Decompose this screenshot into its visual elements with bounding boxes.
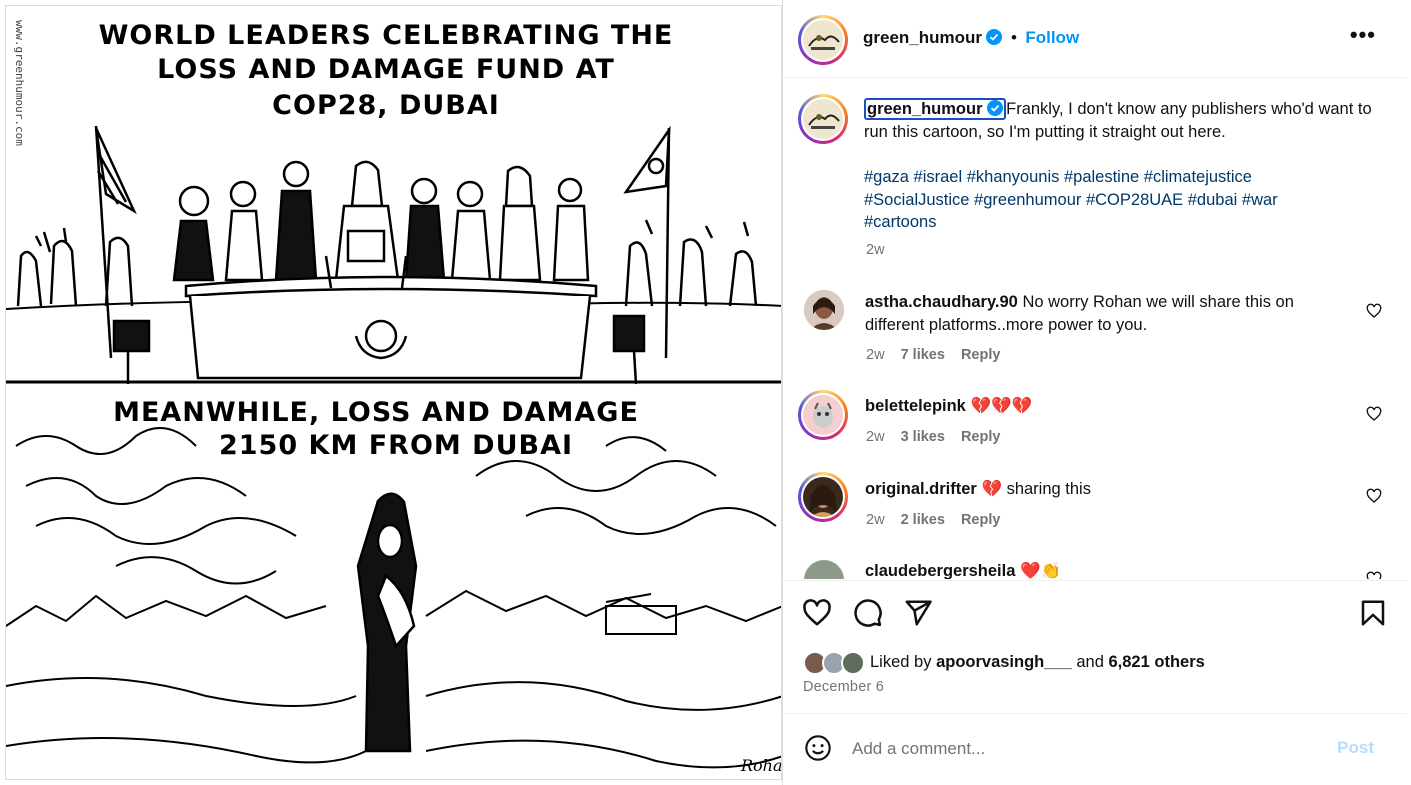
comment-avatar[interactable] [798,390,848,440]
liked-by-and: and [1076,653,1104,671]
crowd-right [624,219,758,307]
cartoon-top-line-2: LOSS AND DAMAGE FUND AT [157,54,615,85]
comment-time[interactable]: 2w [866,512,885,528]
comment: claudebergersheila ❤️👏 [865,560,1061,579]
cartoon-bottom-line-2: 2150 KM FROM DUBAI [219,430,573,461]
comment-text: No worry Rohan we will share this on [1022,293,1294,311]
comment-username[interactable]: astha.chaudhary.90 [865,293,1018,311]
comment-username[interactable]: original.drifter [865,480,977,498]
post-comment-button[interactable]: Post [1337,738,1374,758]
comment-text-continued: different platforms..more power to you. [865,315,1148,334]
comments-list[interactable]: green_humour Frankly, I don't know any p… [782,79,1406,579]
emoji-smiley-icon[interactable] [804,734,832,762]
comment-meta: 2w 3 likes Reply [866,429,1000,445]
comment-text: 💔 sharing this [981,480,1091,498]
caption-username-focus[interactable]: green_humour [864,98,1007,120]
cartoon-signature: Rohan [740,756,782,775]
caption: green_humour Frankly, I don't know any p… [864,98,1379,143]
add-comment-bar: Post [782,713,1406,785]
comment-time[interactable]: 2w [866,347,885,363]
caption-avatar[interactable] [798,94,848,144]
comment-avatar[interactable] [804,290,844,330]
comment-meta: 2w 7 likes Reply [866,347,1000,363]
verified-badge-icon [986,29,1003,45]
follow-button[interactable]: Follow [1025,28,1079,47]
caption-time[interactable]: 2w [866,242,885,258]
comment: astha.chaudhary.90 No worry Rohan we wil… [865,291,1365,336]
post-actions: Liked by apoorvasingh___ and 6,821 other… [782,580,1406,715]
comment-avatar[interactable] [804,560,844,579]
leaders-row [172,160,590,282]
header-separator: • [1010,28,1017,47]
comment-avatar[interactable] [798,472,848,522]
liked-by-user[interactable]: apoorvasingh___ [936,653,1072,671]
comment-meta: 2w 2 likes Reply [866,512,1000,528]
comment-text: ❤️👏 [1020,562,1062,579]
comment-like-heart-icon[interactable] [1366,571,1382,579]
comment-like-heart-icon[interactable] [1366,303,1382,319]
post-image[interactable]: www.greenhumour.com WORLD LEADERS CELEBR… [5,5,782,780]
comment-text: 💔💔💔 [970,397,1033,415]
cartoon-top-line-1: WORLD LEADERS CELEBRATING THE [99,20,674,51]
comment-time[interactable]: 2w [866,429,885,445]
comment-username[interactable]: belettelepink [865,397,966,415]
cartoon-illustration: WORLD LEADERS CELEBRATING THE LOSS AND D… [6,20,782,775]
comment-likes[interactable]: 2 likes [901,512,945,528]
save-bookmark-icon[interactable] [1358,598,1388,628]
comment-bubble-icon[interactable] [853,598,883,628]
cartoon-top-line-3: COP28, DUBAI [272,90,500,121]
caption-verified-icon [987,100,1004,116]
post-header: green_humour • Follow ••• [782,0,1406,78]
header-username[interactable]: green_humour [863,28,982,47]
comment-username[interactable]: claudebergersheila [865,562,1015,579]
caption-username[interactable]: green_humour [867,100,983,118]
liked-by-text: Liked by apoorvasingh___ and 6,821 other… [870,653,1205,672]
liked-by-prefix: Liked by [870,653,932,671]
caption-hashtags: #gaza #israel #khanyounis #palestine #cl… [864,166,1384,234]
comment: original.drifter 💔 sharing this [865,478,1091,501]
crowd-left [16,227,134,307]
post-date[interactable]: December 6 [803,679,884,695]
header-avatar[interactable] [798,15,848,65]
share-send-icon[interactable] [903,598,933,628]
reply-button[interactable]: Reply [961,512,1001,528]
comment-likes[interactable]: 3 likes [901,429,945,445]
mourning-figure [356,492,418,753]
reply-button[interactable]: Reply [961,347,1001,363]
instagram-post-modal: www.greenhumour.com WORLD LEADERS CELEBR… [0,0,1411,785]
more-options-icon[interactable]: ••• [1350,24,1376,46]
like-heart-icon[interactable] [802,598,832,628]
comment-likes[interactable]: 7 likes [901,347,945,363]
reply-button[interactable]: Reply [961,429,1001,445]
comment-like-heart-icon[interactable] [1366,406,1382,422]
cartoon-bottom-line-1: MEANWHILE, LOSS AND DAMAGE [113,397,639,428]
post-side-panel: green_humour • Follow ••• green_humour F… [782,0,1406,785]
comment-like-heart-icon[interactable] [1366,488,1382,504]
liked-by-others[interactable]: 6,821 others [1109,653,1205,671]
hashtags-line-2[interactable]: #SocialJustice #greenhumour #COP28UAE #d… [864,189,1384,212]
watermark-text: www.greenhumour.com [13,20,26,146]
comment: belettelepink 💔💔💔 [865,395,1032,418]
hashtags-line-1[interactable]: #gaza #israel #khanyounis #palestine #cl… [864,166,1384,189]
hashtags-line-3[interactable]: #cartoons [864,211,1384,234]
liker-avatar[interactable] [841,651,865,675]
add-comment-input[interactable] [852,736,1322,762]
